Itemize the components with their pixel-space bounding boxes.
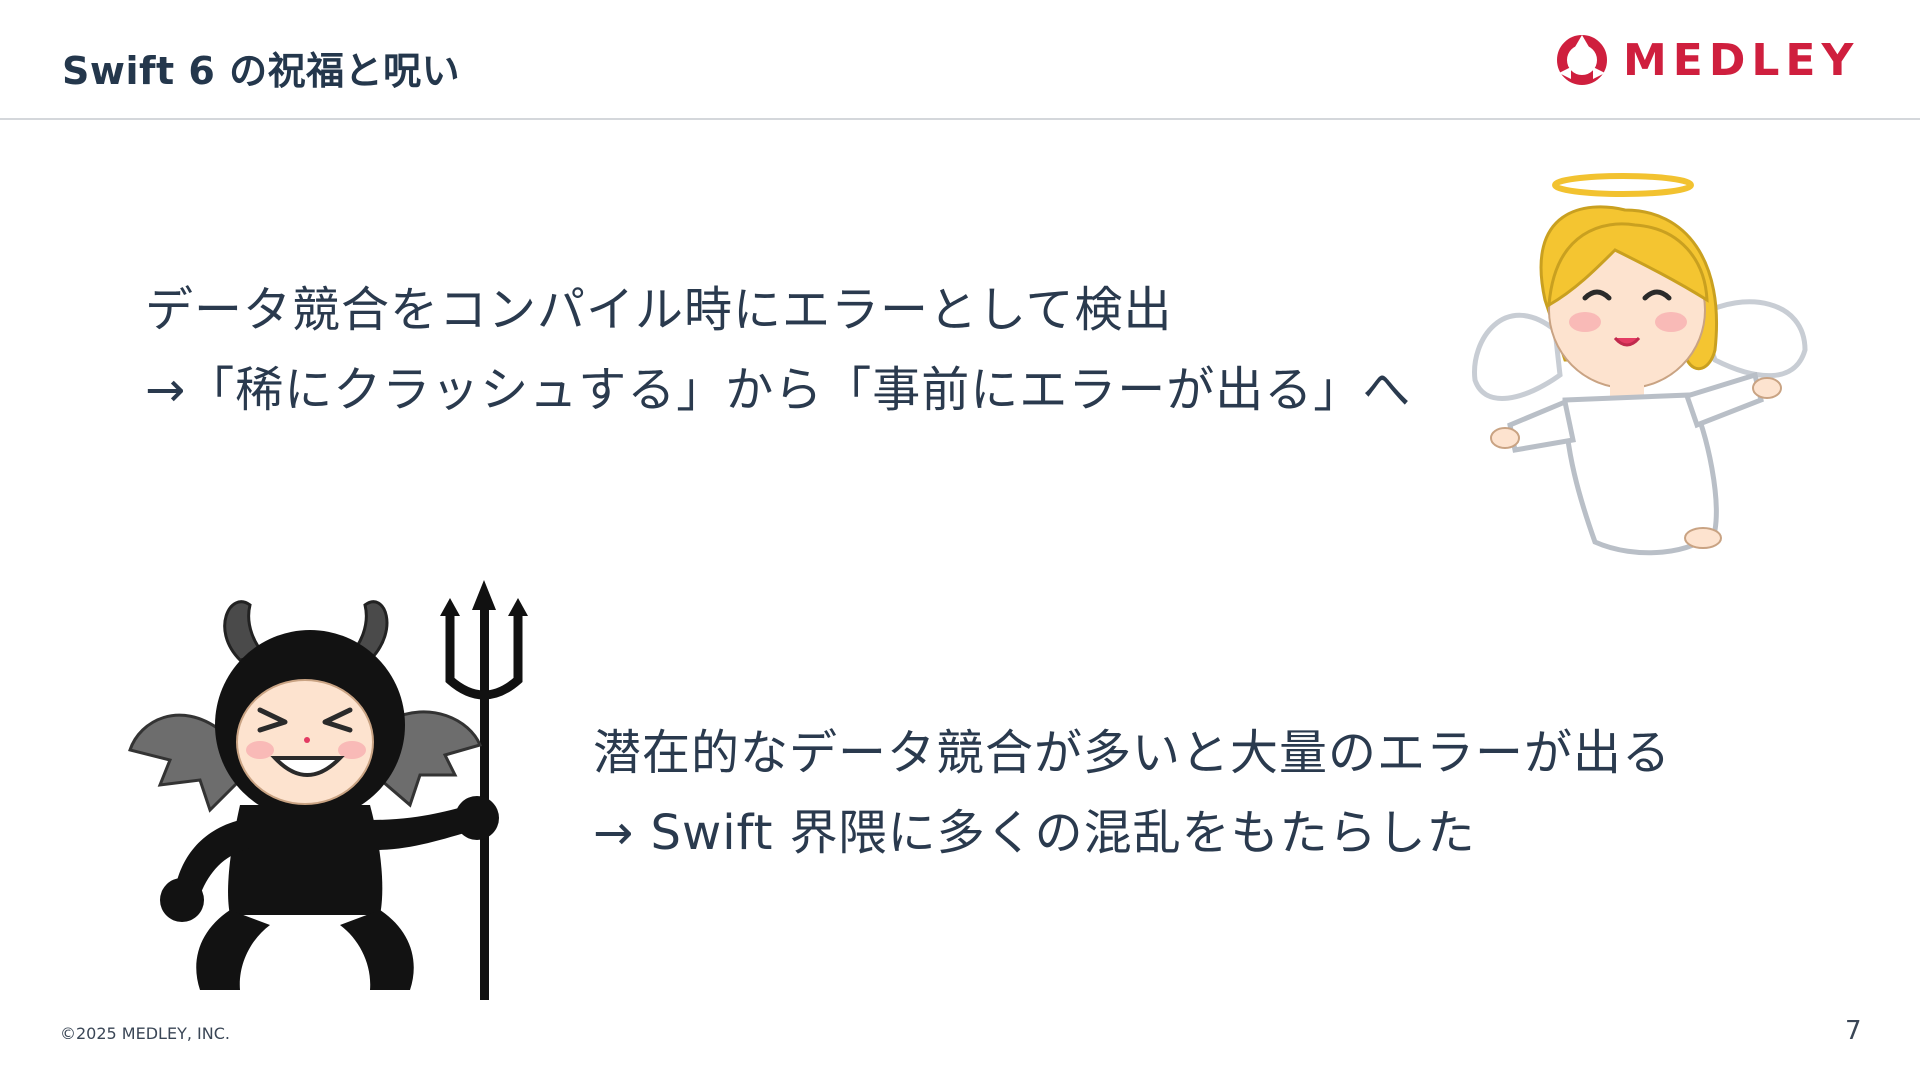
copyright: ©2025 MEDLEY, INC. — [60, 1024, 230, 1043]
medley-logo: MEDLEY — [1555, 30, 1859, 90]
page-number: 7 — [1845, 1016, 1862, 1046]
medley-logo-icon — [1557, 35, 1607, 85]
devil-text-line-1: 潜在的なデータ競合が多いと大量のエラーが出る — [593, 725, 1672, 781]
slide-header: Swift 6 の祝福と呪い MEDLEY — [0, 0, 1920, 120]
slide-title: Swift 6 の祝福と呪い — [62, 49, 461, 93]
angel-illustration — [1472, 173, 1808, 556]
angel-text-line-1: データ競合をコンパイル時にエラーとして検出 — [145, 282, 1173, 338]
angel-text-line-2: →「稀にクラッシュする」から「事前にエラーが出る」へ — [145, 362, 1412, 418]
devil-text-line-2: → Swift 界隈に多くの混乱をもたらした — [593, 805, 1476, 861]
logo-text: MEDLEY — [1623, 34, 1860, 86]
devil-illustration — [128, 580, 528, 1000]
